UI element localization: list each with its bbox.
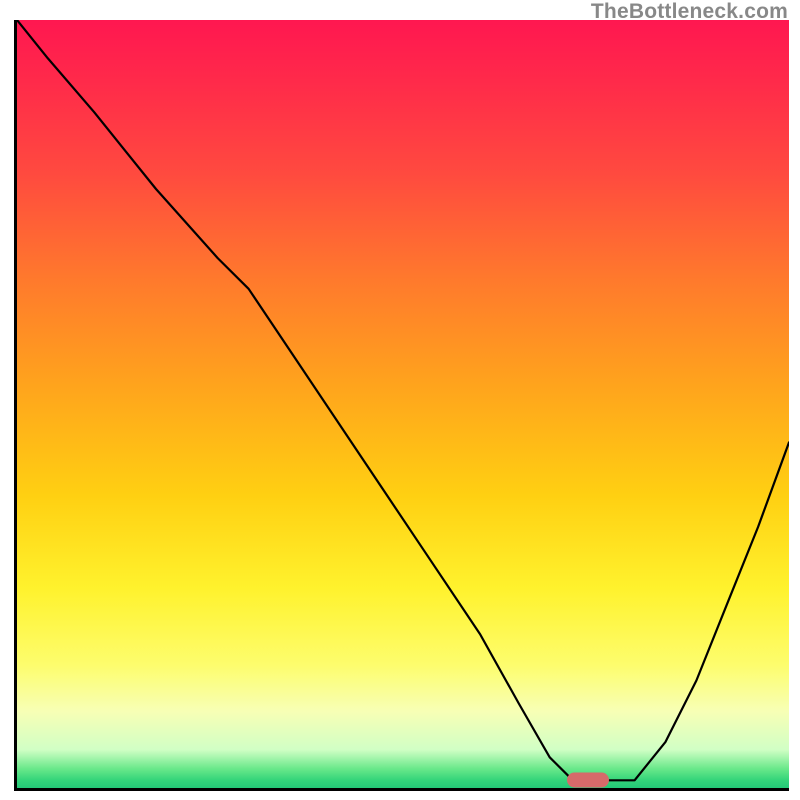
- optimal-point-marker: [567, 773, 609, 788]
- curve-layer: [17, 20, 789, 788]
- plot-area: [14, 20, 789, 791]
- bottleneck-curve: [17, 20, 789, 780]
- chart-container: TheBottleneck.com: [0, 0, 800, 800]
